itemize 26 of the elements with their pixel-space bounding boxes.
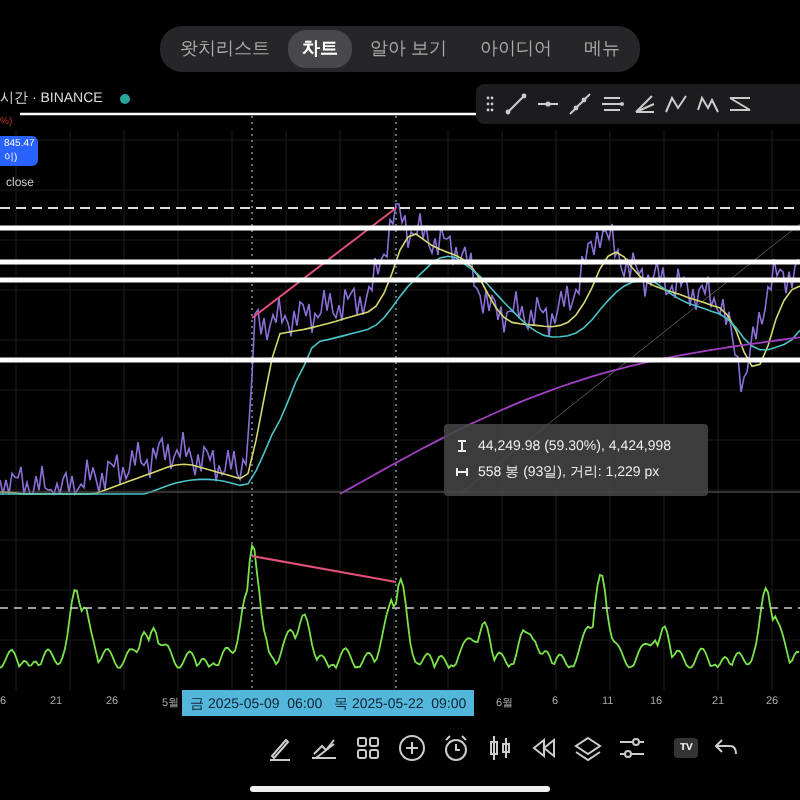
layers-icon[interactable] [574,734,602,762]
rewind-icon[interactable] [530,734,558,762]
chart-icon[interactable] [310,734,338,762]
price-range-icon [456,440,468,452]
nav-tab[interactable]: 알아 보기 [356,30,462,68]
bar-range-icon [456,465,468,477]
status-dot [120,93,131,103]
nav-tab[interactable]: 아이디어 [465,30,566,68]
pattern-icon[interactable] [728,92,752,116]
zigzag-icon[interactable] [696,92,720,116]
grip-icon[interactable] [484,92,496,116]
alarm-icon[interactable] [442,734,470,762]
pen-icon[interactable] [266,734,294,762]
channel-icon[interactable] [600,92,624,116]
nav-tab[interactable]: 왓치리스트 [166,30,285,68]
line-icon[interactable] [504,92,528,116]
sliders-icon[interactable] [618,734,646,762]
candlestick-icon[interactable] [486,734,514,762]
grid-icon[interactable] [354,734,382,762]
nav-tab[interactable]: 메뉴 [569,30,634,68]
fan-icon[interactable] [632,92,656,116]
line-icon[interactable] [568,92,592,116]
undo-icon[interactable] [714,736,739,760]
zigzag-icon[interactable] [664,92,688,116]
plus-icon[interactable] [398,734,426,762]
nav-tab[interactable]: 차트 [288,30,353,68]
